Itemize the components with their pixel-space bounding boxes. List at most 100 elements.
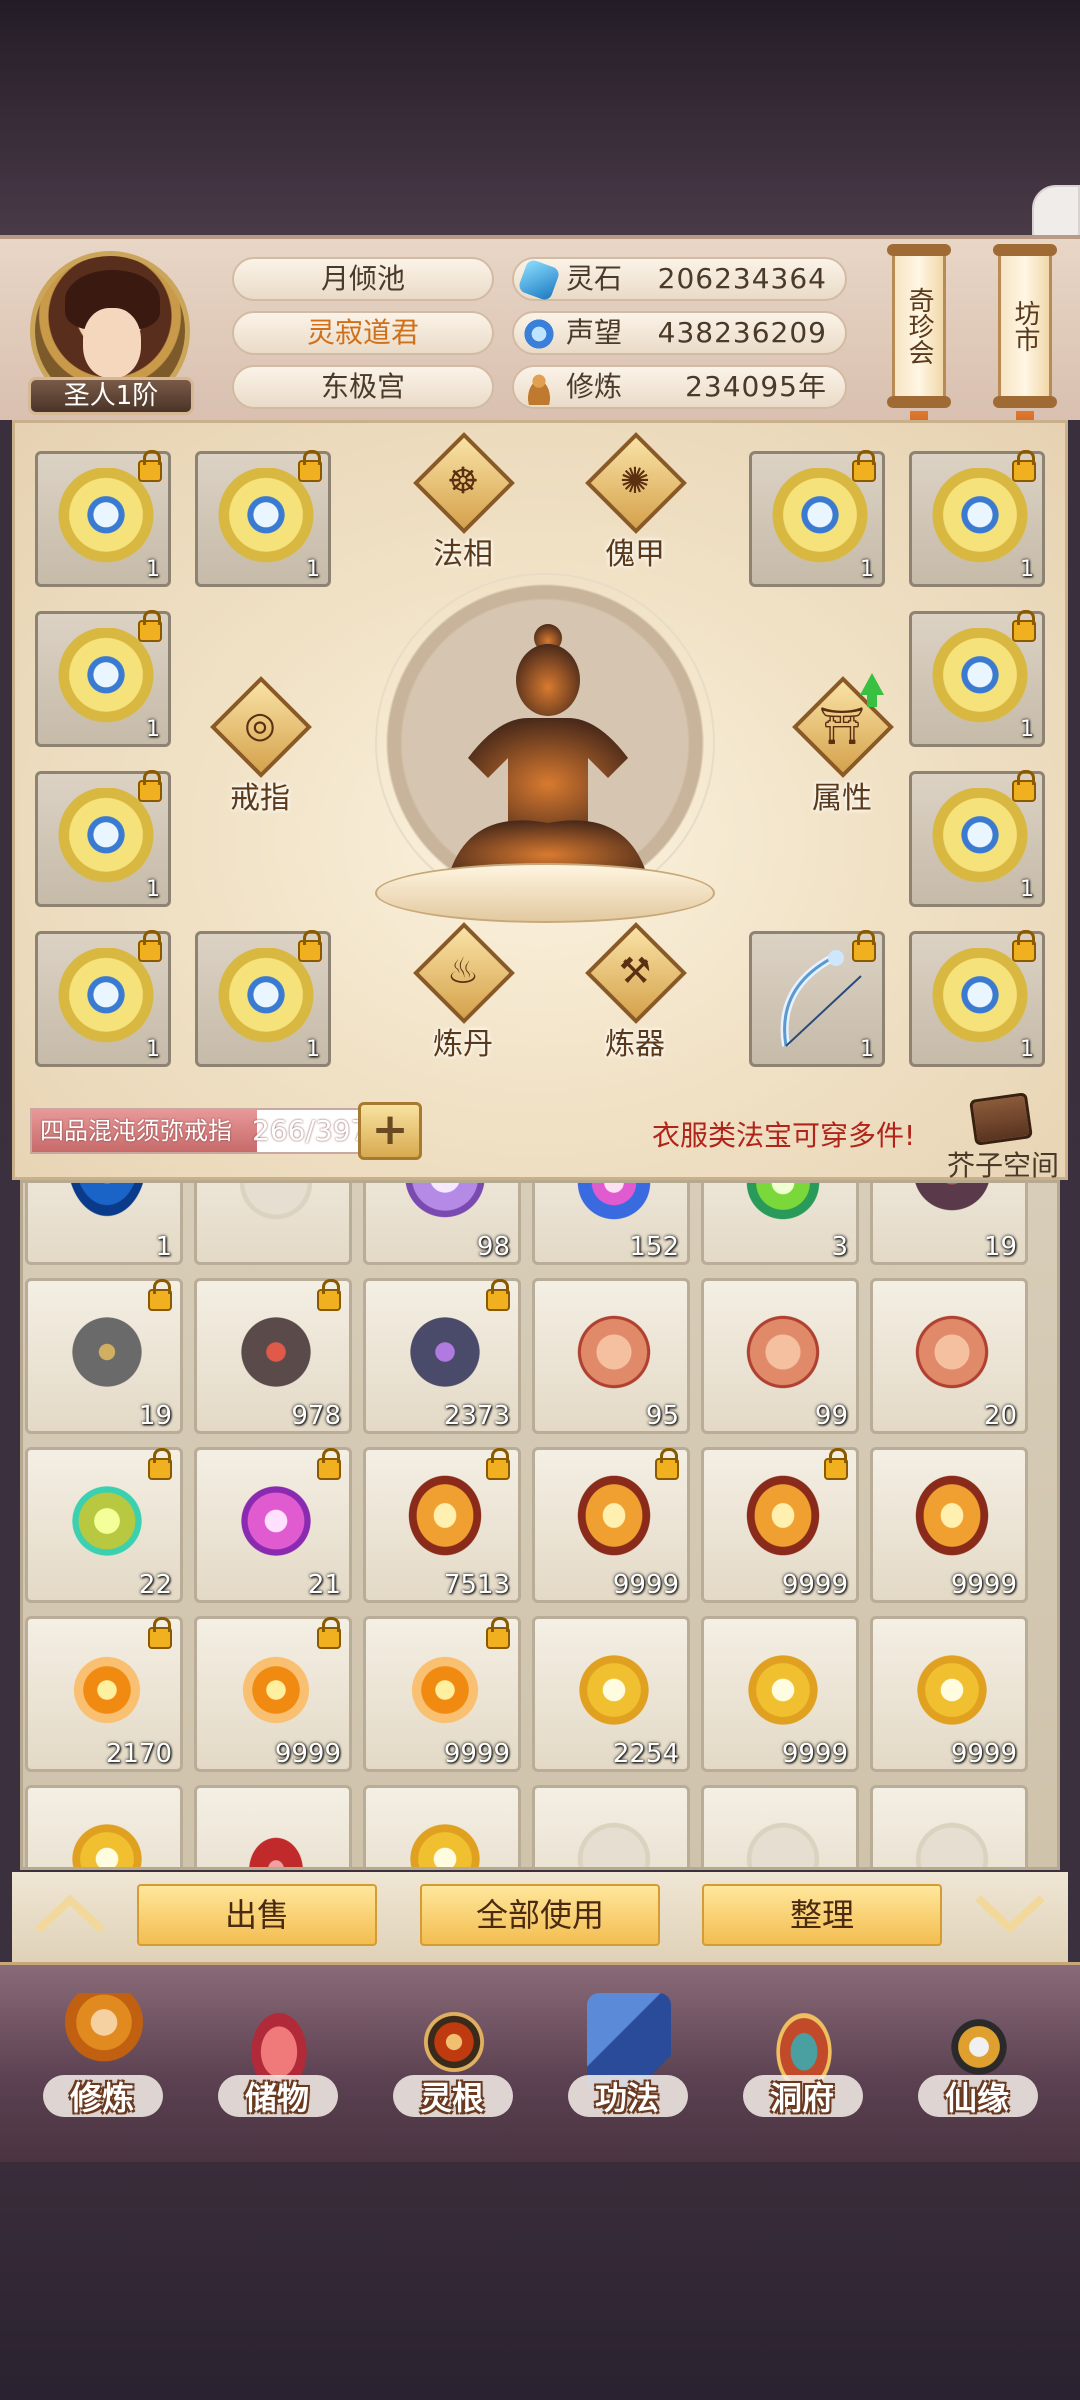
inventory-slot[interactable]: 19 <box>870 1183 1028 1265</box>
expand-capacity-button[interactable]: + <box>358 1102 422 1160</box>
equip-slot[interactable]: 1 <box>35 610 171 747</box>
nav-item-cave-abode[interactable]: 洞府 <box>727 1983 877 2163</box>
treasure-auction-button[interactable]: 奇珍会 <box>887 244 951 408</box>
equip-slot[interactable]: 1 <box>195 450 331 587</box>
inventory-slot[interactable]: 19 <box>25 1278 183 1434</box>
inventory-slot[interactable]: 2373 <box>363 1278 521 1434</box>
inventory-slot[interactable]: 2170 <box>25 1616 183 1772</box>
equip-slot[interactable]: 1 <box>195 930 331 1067</box>
equip-slot[interactable]: 1 <box>909 770 1045 907</box>
sort-button[interactable]: 整理 <box>702 1884 942 1946</box>
resource-label: 灵石 <box>566 262 623 295</box>
nav-item-cultivator[interactable]: 修炼 <box>27 1983 177 2163</box>
blue-vortex-icon <box>52 1183 162 1238</box>
inventory-slot[interactable]: 98 <box>363 1183 521 1265</box>
alchemy-button[interactable]: ♨ 炼丹 <box>398 922 528 1071</box>
inventory-slot[interactable]: 95 <box>532 1278 690 1434</box>
inventory-slot[interactable] <box>194 1785 352 1867</box>
robe-treasure-icon <box>930 788 1030 892</box>
lock-icon <box>1012 930 1036 962</box>
lock-icon <box>138 450 162 482</box>
resource-label: 修炼 <box>566 370 623 403</box>
equip-slot-bow[interactable]: 1 <box>749 930 885 1067</box>
inventory-slot[interactable]: 9999 <box>870 1447 1028 1603</box>
inventory-slot[interactable] <box>701 1785 859 1867</box>
inventory-grid[interactable]: 1 98 152 3 19 19 978 2373 95 99 20 22 21 7513 9999 9999… <box>20 1180 1060 1870</box>
equip-slot[interactable]: 1 <box>35 930 171 1067</box>
dharma-form-button[interactable]: ☸ 法相 <box>398 432 528 581</box>
puppet-icon: ✺ <box>619 461 651 502</box>
puppet-armor-button[interactable]: ✺ 傀甲 <box>570 432 700 581</box>
nav-item-immortal-fate[interactable]: 仙缘 <box>902 1983 1052 2163</box>
anvil-icon: ⚒ <box>618 951 652 992</box>
inventory-slot[interactable]: 3 <box>701 1183 859 1265</box>
robe-treasure-icon <box>930 628 1030 732</box>
bottom-backdrop <box>0 2162 1080 2400</box>
lock-icon <box>1012 450 1036 482</box>
inventory-slot[interactable]: 9999 <box>870 1616 1028 1772</box>
golden-flame-icon <box>897 1635 1007 1745</box>
item-count: 1 <box>1020 877 1034 902</box>
mustard-space-button[interactable] <box>962 1090 1040 1150</box>
inventory-slot[interactable]: 20 <box>870 1278 1028 1434</box>
inventory-slot[interactable]: 99 <box>701 1278 859 1434</box>
gold-sand-icon <box>728 1466 838 1576</box>
inventory-slot[interactable] <box>532 1785 690 1867</box>
equip-hint-text: 衣服类法宝可穿多件! <box>652 1119 916 1152</box>
attributes-button[interactable]: ⛩ 属性 <box>777 676 907 825</box>
capacity-count: 266/397 <box>252 1114 369 1147</box>
equip-slot[interactable]: 1 <box>35 770 171 907</box>
item-count: 1 <box>860 1037 874 1062</box>
gold-sand-icon <box>897 1466 1007 1576</box>
inventory-slot[interactable]: 152 <box>532 1183 690 1265</box>
scroll-down-icon[interactable] <box>970 1892 1050 1936</box>
inventory-slot[interactable]: 22 <box>25 1447 183 1603</box>
inventory-slot[interactable] <box>25 1785 183 1867</box>
golden-flame-icon <box>52 1804 162 1867</box>
equip-slot[interactable]: 1 <box>35 450 171 587</box>
inventory-slot[interactable]: 9999 <box>532 1447 690 1603</box>
inventory-slot[interactable]: 7513 <box>363 1447 521 1603</box>
forging-button[interactable]: ⚒ 炼器 <box>570 922 700 1071</box>
item-count: 98 <box>476 1232 510 1262</box>
ring-button[interactable]: ◎ 戒指 <box>195 676 325 825</box>
inventory-slot[interactable]: 9999 <box>194 1616 352 1772</box>
resource-value: 234095年 <box>685 370 827 403</box>
item-count: 1 <box>1020 1037 1034 1062</box>
market-button[interactable]: 坊市 <box>993 244 1057 408</box>
lock-icon <box>138 770 162 802</box>
inventory-slot[interactable] <box>363 1785 521 1867</box>
equip-slot[interactable]: 1 <box>909 610 1045 747</box>
gold-sand-icon <box>559 1466 669 1576</box>
inventory-slot[interactable]: 9999 <box>701 1447 859 1603</box>
nav-label: 修炼 <box>69 2079 134 2117</box>
upgrade-arrow-icon <box>860 673 884 707</box>
nav-item-storage-bag[interactable]: 储物 <box>202 1983 352 2163</box>
inventory-slot[interactable]: 1 <box>25 1183 183 1265</box>
lock-icon <box>1012 770 1036 802</box>
scroll-icon <box>897 1297 1007 1407</box>
inventory-slot[interactable]: 9999 <box>363 1616 521 1772</box>
inventory-slot[interactable]: 978 <box>194 1278 352 1434</box>
inventory-slot[interactable] <box>194 1183 352 1265</box>
player-title: 灵寂道君 <box>232 311 494 355</box>
equip-slot[interactable]: 1 <box>909 930 1045 1067</box>
inventory-slot[interactable]: 21 <box>194 1447 352 1603</box>
bottom-nav: 修炼 储物 灵根 功法 洞府 仙缘 <box>0 1962 1080 2162</box>
equip-slot[interactable]: 1 <box>909 450 1045 587</box>
sell-button[interactable]: 出售 <box>137 1884 377 1946</box>
item-count: 1 <box>146 557 160 582</box>
item-count: 99 <box>814 1401 848 1431</box>
empty-slot-icon <box>897 1804 1007 1867</box>
spirit-stone-icon <box>517 258 561 302</box>
lock-icon <box>852 450 876 482</box>
inventory-slot[interactable]: 9999 <box>701 1616 859 1772</box>
inventory-slot[interactable]: 2254 <box>532 1616 690 1772</box>
nav-item-spirit-root[interactable]: 灵根 <box>377 1983 527 2163</box>
item-count: 2373 <box>443 1401 510 1431</box>
inventory-slot[interactable] <box>870 1785 1028 1867</box>
equip-slot[interactable]: 1 <box>749 450 885 587</box>
nav-item-technique-book[interactable]: 功法 <box>552 1983 702 2163</box>
scroll-up-icon[interactable] <box>30 1892 110 1936</box>
use-all-button[interactable]: 全部使用 <box>420 1884 660 1946</box>
